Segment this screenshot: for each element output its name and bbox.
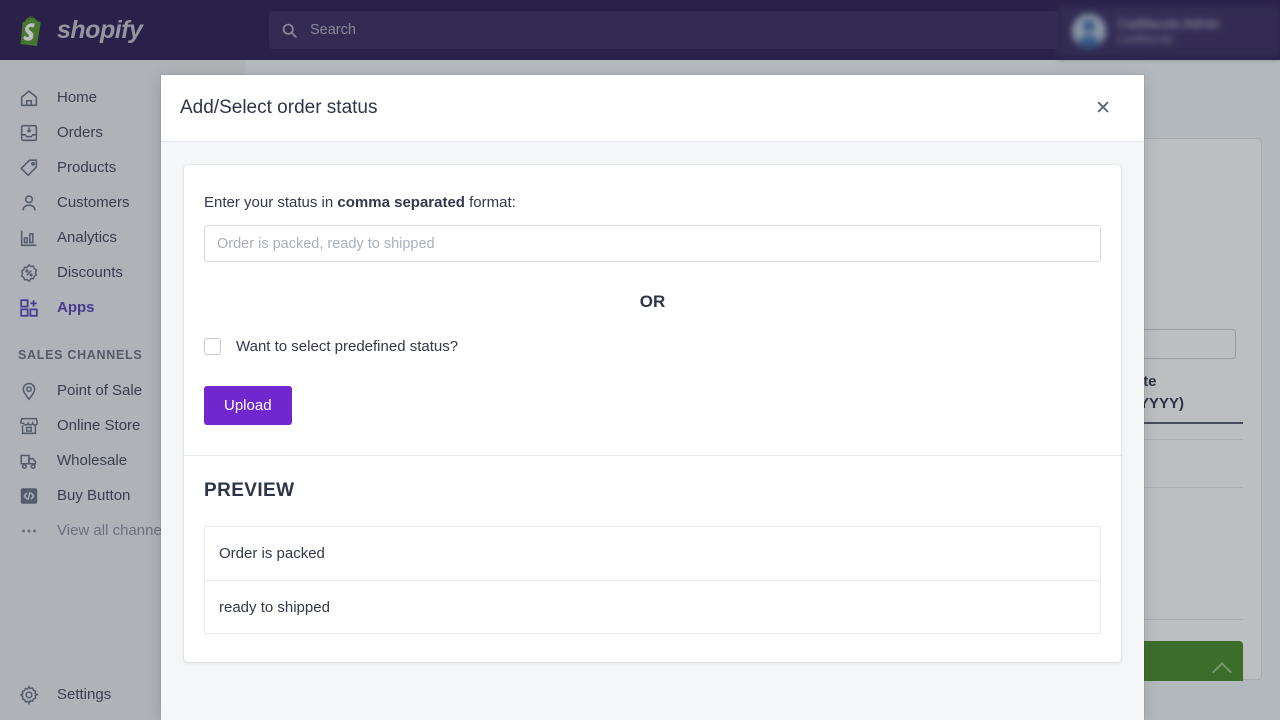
label-prefix: Enter your status in xyxy=(204,194,338,211)
preview-heading: PREVIEW xyxy=(204,480,295,501)
preview-list: Order is packed ready to shipped xyxy=(204,526,1101,634)
or-divider-text: OR xyxy=(639,292,666,311)
label-suffix: format: xyxy=(464,194,516,211)
modal-title: Add/Select order status xyxy=(180,97,378,118)
predefined-status-checkbox[interactable] xyxy=(204,338,221,355)
close-icon[interactable]: ✕ xyxy=(1087,93,1119,124)
modal-header: Add/Select order status ✕ xyxy=(161,75,1144,142)
predefined-status-row: Want to select predefined status? xyxy=(204,338,1101,355)
preview-section: PREVIEW Order is packed ready to shipped xyxy=(184,456,1121,662)
status-form-section: Enter your status in comma separated for… xyxy=(184,165,1121,455)
upload-button[interactable]: Upload xyxy=(204,386,292,425)
add-select-order-status-modal: Add/Select order status ✕ Enter your sta… xyxy=(161,75,1144,720)
status-entry-card: Enter your status in comma separated for… xyxy=(184,165,1121,662)
modal-body: Enter your status in comma separated for… xyxy=(161,142,1144,685)
shopify-admin-screen: Order Date (DD/MM/YYYY) /03/2018 /02/201… xyxy=(0,0,1280,720)
list-item: Order is packed xyxy=(219,545,325,562)
status-input[interactable] xyxy=(204,225,1101,262)
label-emphasis: comma separated xyxy=(337,194,465,211)
list-item: ready to shipped xyxy=(205,580,1100,633)
predefined-status-label: Want to select predefined status? xyxy=(236,338,459,355)
status-input-label: Enter your status in comma separated for… xyxy=(204,194,1101,211)
